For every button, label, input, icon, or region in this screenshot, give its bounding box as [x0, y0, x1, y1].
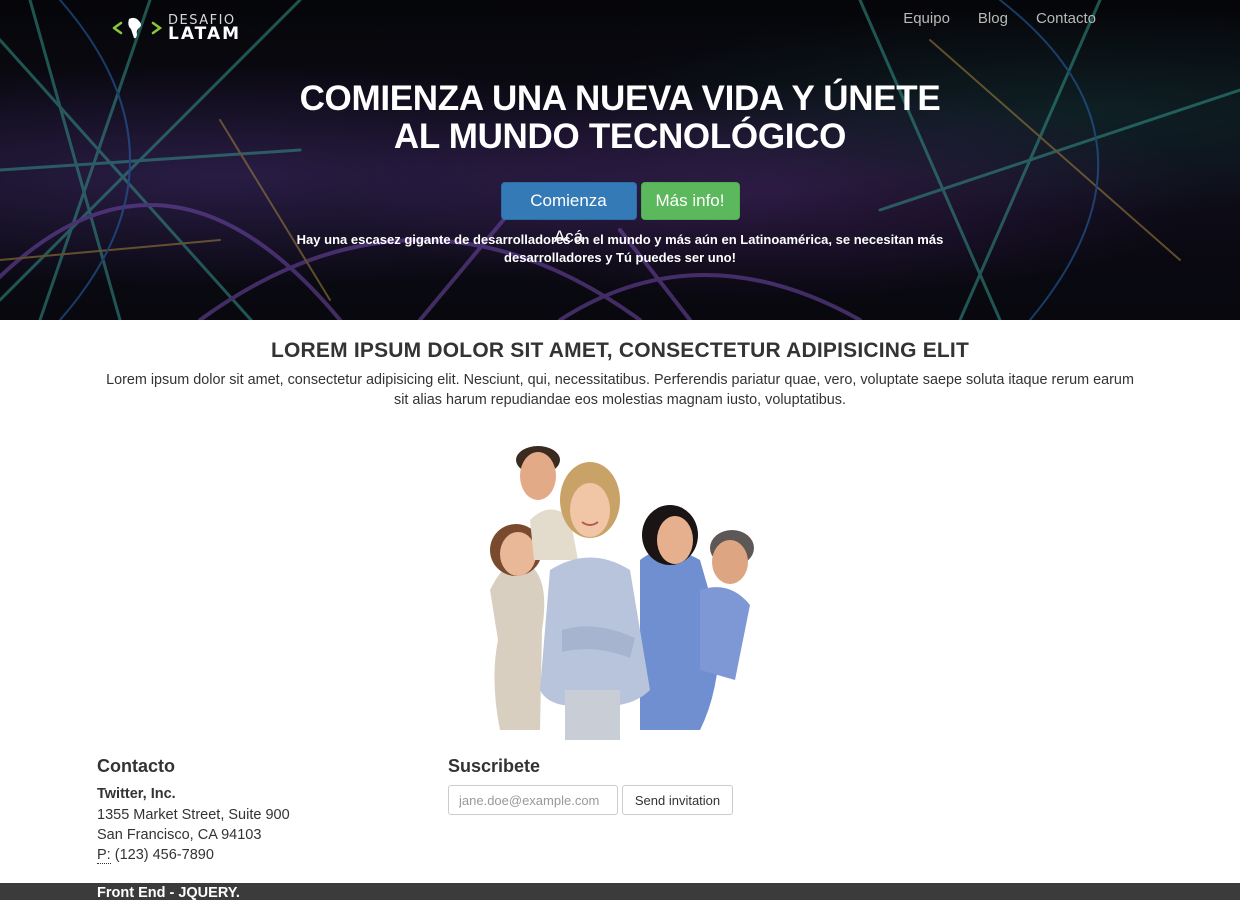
hero-description: Hay una escasez gigante de desarrollador…: [296, 232, 944, 265]
hero-overlay: [0, 0, 1240, 320]
desafio-latam-logo[interactable]: DESAFIO LATAM: [112, 12, 252, 44]
logo-text-bottom: LATAM: [168, 24, 242, 44]
hero-title-line1: COMIENZA UNA NUEVA VIDA Y ÚNETE: [299, 79, 941, 118]
main-nav: Equipo Blog Contacto: [903, 9, 1096, 29]
contact-title: Contacto: [97, 756, 175, 776]
contact-street: 1355 Market Street, Suite 900: [97, 807, 290, 823]
phone-number: (123) 456-7890: [114, 847, 214, 863]
mas-info-button[interactable]: Más info!: [640, 182, 740, 220]
comienza-aca-button[interactable]: Comienza Acá: [500, 182, 637, 246]
contact-phone: P: (123) 456-7890: [97, 845, 214, 865]
logo-mark-icon: [112, 17, 163, 39]
footer-bar: Front End - JQUERY.: [0, 883, 1240, 900]
section-title: LOREM IPSUM DOLOR SIT AMET, CONSECTETUR …: [271, 339, 969, 362]
hero-section: DESAFIO LATAM Equipo Blog Contacto COMIE…: [0, 0, 1240, 320]
hero-title: COMIENZA UNA NUEVA VIDA Y ÚNETE AL MUNDO…: [0, 80, 1240, 156]
email-input[interactable]: [448, 785, 618, 815]
footer-text: Front End - JQUERY.: [97, 885, 240, 900]
contact-company: Twitter, Inc.: [97, 786, 176, 802]
team-photo-image: [490, 446, 754, 740]
nav-link-blog[interactable]: Blog: [978, 9, 1008, 29]
send-invitation-button[interactable]: Send invitation: [622, 785, 733, 815]
hero-title-line2: AL MUNDO TECNOLÓGICO: [393, 117, 847, 156]
nav-link-equipo[interactable]: Equipo: [903, 9, 950, 29]
hero-buttons: Comienza Acá Más info!: [0, 182, 1240, 246]
section-description: Lorem ipsum dolor sit amet, consectetur …: [106, 372, 1134, 408]
contact-city: San Francisco, CA 94103: [97, 827, 262, 843]
subscribe-title: Suscribete: [448, 756, 541, 776]
phone-label: P:: [97, 847, 111, 864]
nav-link-contacto[interactable]: Contacto: [1036, 9, 1096, 29]
